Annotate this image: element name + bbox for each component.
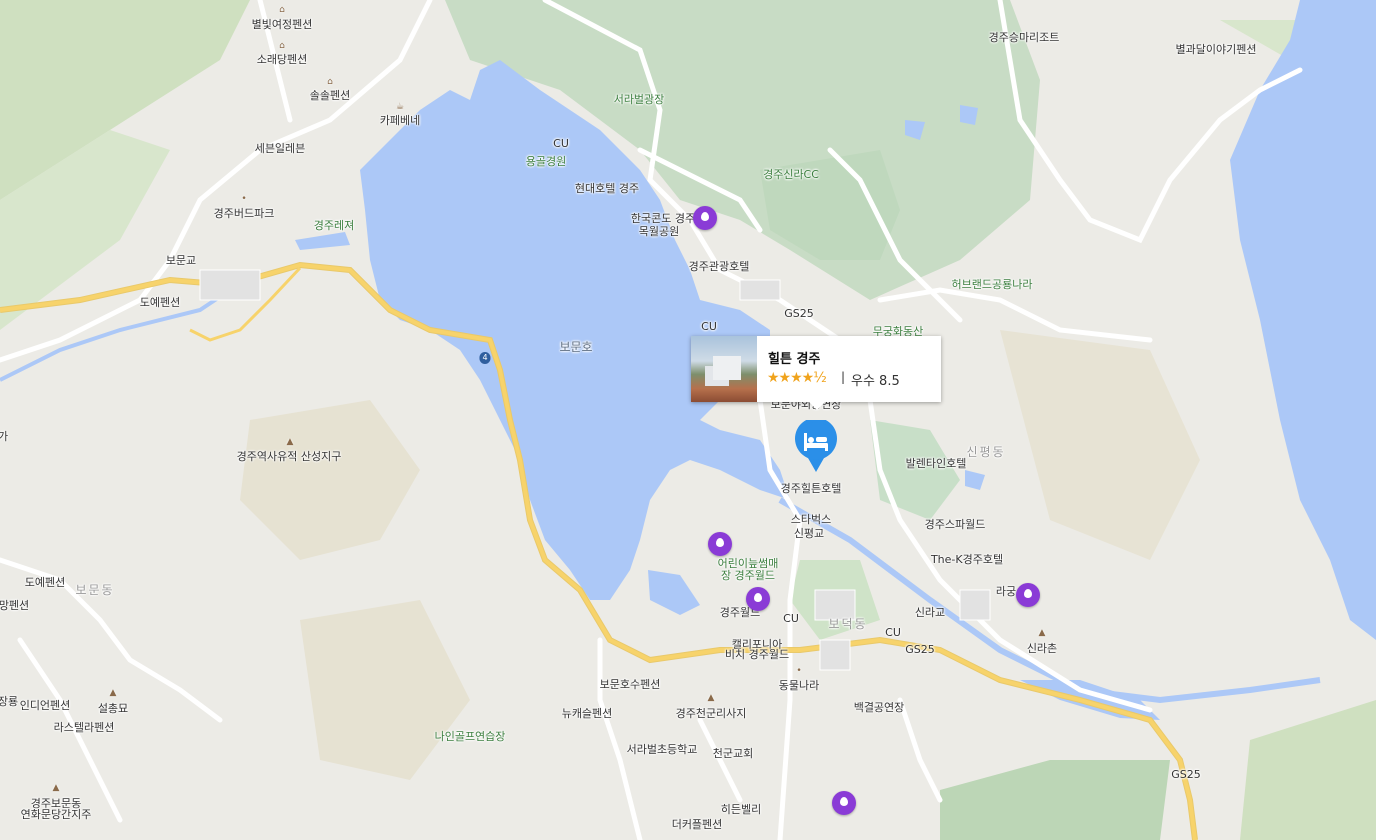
label-seven-eleven: 세븐일레븐 (254, 142, 306, 155)
label-doye1: 도예펜션 (139, 296, 181, 309)
heritage-icon: ▲ (109, 688, 117, 698)
heritage-icon: ▲ (1038, 628, 1046, 638)
heritage-icon: ▲ (286, 437, 294, 447)
label-yonggol: 용골경원 (525, 155, 567, 168)
map-pin-icon[interactable] (832, 791, 856, 815)
label-children2: 장 경주월드 (720, 569, 776, 582)
hotel-info-card[interactable]: 힐튼 경주 ★★★★½ | 우수 8.5 (691, 336, 941, 410)
label-cu4: CU (885, 626, 901, 639)
separator: | (841, 370, 846, 384)
label-byeolbit: 별빛여정펜션 (251, 18, 313, 31)
label-cu2: CU (701, 320, 717, 333)
label-double: 더커플펜션 (671, 818, 723, 831)
label-seolchong: 설총묘 (97, 702, 129, 715)
label-gyeongju-tour: 경주관광호텔 (688, 260, 750, 273)
label-ragung: 라궁 (995, 585, 1017, 598)
label-spa: 경주스파월드 (924, 518, 986, 531)
label-bomunho-pension: 보문호수펜션 (599, 678, 661, 691)
label-seorabeol: 서라벌광장 (613, 93, 665, 106)
hotel-map-marker[interactable] (794, 417, 838, 472)
label-hyundai: 현대호텔 경주 (574, 182, 640, 195)
label-seorabeol-school: 서라벌초등학교 (626, 743, 698, 756)
label-ga: 가 (0, 430, 9, 443)
label-gs25-3: GS25 (1171, 768, 1201, 781)
label-sillachon: 신라촌 (1026, 642, 1058, 655)
label-starbucks: 스타벅스 (790, 513, 832, 526)
label-animal: 동물나라 (778, 679, 820, 692)
label-sillagyo: 신라교 (914, 606, 946, 619)
label-gs25-1: GS25 (784, 307, 814, 320)
hotel-rating: 우수 8.5 (851, 374, 900, 389)
label-mang: 망펜션 (0, 599, 30, 612)
hotel-thumbnail (691, 336, 757, 402)
label-hidden: 히든벨리 (720, 803, 762, 816)
label-cafe-bene: 카페베네 (379, 114, 421, 127)
label-sinpyeong-dong: 신평동 (966, 445, 1006, 459)
label-leisure: 경주레져 (313, 219, 355, 232)
label-the-k: The-K경주호텔 (930, 553, 1004, 566)
label-california2: 비치 경주월드 (724, 648, 790, 661)
paw-icon: • (241, 194, 247, 204)
label-gs25-2: GS25 (905, 643, 935, 656)
label-mokwol: 목월공원 (638, 225, 680, 238)
lodging-icon: ⌂ (279, 41, 285, 51)
label-solsol: 솔솔펜션 (309, 89, 351, 102)
lodging-icon: ⌂ (327, 77, 333, 87)
label-sorae: 소래당펜션 (256, 53, 308, 66)
cafe-icon: ☕ (395, 102, 405, 112)
label-jang: 장룡 (0, 695, 19, 708)
label-bodeok: 보덕동 (828, 617, 868, 631)
label-bomun-dong: 보문동 (75, 583, 115, 597)
star-rating-icon: ★★★★½ (767, 370, 827, 386)
map-pin-icon[interactable] (1016, 583, 1040, 607)
label-doye2: 도예펜션 (24, 576, 66, 589)
label-cu3: CU (783, 612, 799, 625)
heritage-icon: ▲ (707, 693, 715, 703)
label-newcastle: 뉴캐슬펜션 (561, 707, 613, 720)
label-hilton: 경주힐튼호텔 (780, 482, 842, 495)
label-church: 천군교회 (712, 747, 754, 760)
label-indian: 인디언펜션 (19, 699, 71, 712)
label-valentine: 발렌타인호텔 (905, 457, 967, 470)
label-silla-cc: 경주신라CC (763, 168, 819, 181)
label-sinpyeonggyo: 신평교 (793, 527, 825, 540)
label-baekgyeol: 백결공연장 (853, 701, 905, 714)
label-cu1: CU (553, 137, 569, 150)
label-gyeongju-sungma: 경주승마리조트 (988, 31, 1060, 44)
label-cheongun: 경주천군리사지 (675, 707, 747, 720)
label-bomungyo: 보문교 (165, 254, 197, 267)
road-4-shield: 4 (479, 352, 491, 364)
label-bird-park: 경주버드파크 (213, 207, 275, 220)
label-sanseong: 경주역사유적 산성지구 (236, 450, 342, 463)
map-pin-icon[interactable] (746, 587, 770, 611)
label-nine-golf: 나인골프연습장 (434, 730, 506, 743)
hotel-name: 힐튼 경주 (768, 352, 821, 367)
bed-icon (795, 417, 837, 472)
map-canvas[interactable]: 별빛여정펜션 소래당펜션 솔솔펜션 카페베네 세븐일레븐 경주버드파크 경주레져… (0, 0, 1376, 840)
label-lastella: 라스텔라펜션 (53, 721, 115, 734)
label-bomundong-tomb2: 연화문당간지주 (20, 808, 92, 821)
lodging-icon: ⌂ (279, 5, 285, 15)
label-hanwha: 한국콘도 경주 (630, 212, 696, 225)
label-herb-land: 허브랜드공룡나라 (951, 278, 1033, 291)
label-byeolgwa: 별과달이야기펜션 (1175, 43, 1257, 56)
paw-icon: • (796, 666, 802, 676)
heritage-icon: ▲ (52, 783, 60, 793)
map-pin-icon[interactable] (693, 206, 717, 230)
label-bomun-lake: 보문호 (559, 340, 593, 354)
map-pin-icon[interactable] (708, 532, 732, 556)
